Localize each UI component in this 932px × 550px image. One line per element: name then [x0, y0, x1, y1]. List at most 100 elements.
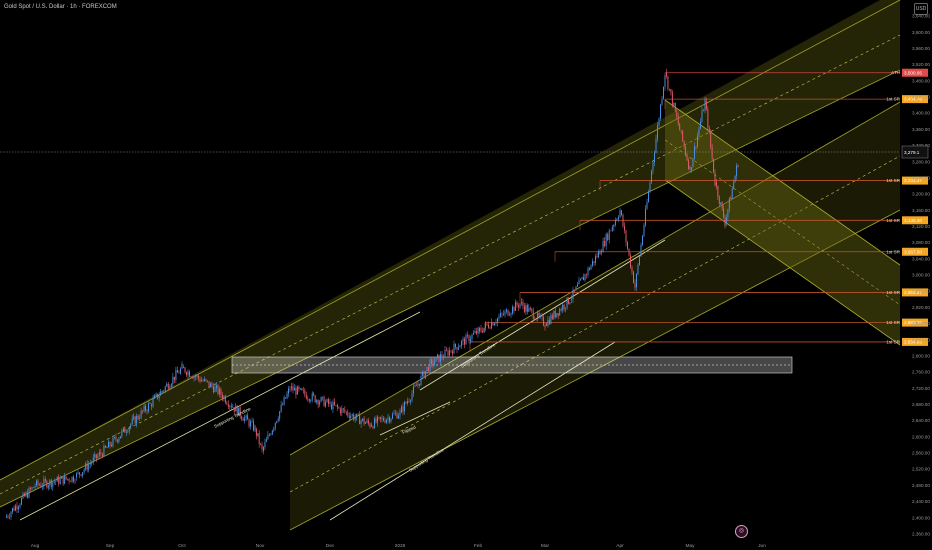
y-tick-label: 2,440.00 [912, 499, 930, 504]
candle-body [248, 419, 250, 427]
candle-body [302, 390, 304, 391]
candle-body [151, 404, 153, 407]
price-chart[interactable]: ATH 3,500.051st SR 3,434.781st SR 3,233.471… [0, 0, 932, 550]
candle-body [109, 441, 111, 447]
candle-body [264, 441, 266, 448]
candle-body [658, 118, 660, 126]
candle-body [277, 418, 279, 422]
candle-body [257, 433, 259, 436]
candle-body [196, 375, 198, 377]
candle-body [498, 316, 500, 319]
candle-body [137, 415, 139, 419]
candle-body [198, 375, 199, 379]
candle-body [580, 279, 581, 281]
candle-body [665, 72, 667, 77]
candle-body [139, 418, 141, 419]
candle-body [348, 415, 350, 419]
candle-body [569, 302, 571, 304]
candle-body [611, 227, 613, 231]
candle-body [59, 478, 61, 484]
candle-body [486, 323, 488, 325]
candle-body [110, 444, 112, 447]
candle-body [686, 154, 688, 161]
price-axis[interactable]: 2,360.00 2,400.00 2,440.00 2,480.00 2,520.00… [912, 14, 930, 537]
y-tick-label: 3,640.00 [912, 14, 930, 19]
candle-body [157, 393, 159, 399]
candle-body [6, 516, 7, 518]
y-tick-label: 2,640.00 [912, 418, 930, 423]
candle-body [377, 416, 378, 423]
candle-body [736, 165, 738, 176]
candle-body [173, 376, 175, 380]
candle-body [565, 307, 567, 309]
candle-body [710, 132, 712, 147]
candle-body [721, 202, 723, 209]
candle-body [695, 146, 697, 148]
candle-body [640, 244, 642, 257]
candle-body [392, 414, 393, 419]
candle-body [86, 463, 88, 470]
candle-body [61, 476, 63, 479]
candle-body [49, 480, 51, 486]
candle-body [426, 366, 428, 372]
candle-body [395, 413, 396, 414]
candle-body [581, 277, 583, 280]
candle-body [10, 512, 12, 517]
candle-body [142, 410, 144, 412]
candle-body [293, 388, 295, 391]
candle-body [80, 474, 82, 476]
candle-body [172, 376, 174, 385]
level-label: 1st SR [886, 178, 900, 183]
candle-body [483, 327, 485, 333]
candle-body [661, 98, 663, 105]
candle-body [89, 463, 91, 465]
candle-body [226, 402, 228, 405]
candle-body [143, 405, 145, 412]
candle-body [101, 453, 103, 457]
candle-body [276, 421, 278, 423]
candle-body [70, 481, 72, 482]
candle-body [447, 350, 449, 356]
candle-body [13, 508, 15, 511]
candle-body [708, 127, 710, 133]
candle-body [323, 396, 325, 407]
candle-body [360, 420, 362, 425]
candle-body [630, 255, 631, 268]
x-tick-label: Mar [541, 543, 550, 549]
candle-body [369, 423, 371, 428]
time-axis[interactable]: Aug Sep Oct Nov Dec 2025 Feb Mar Apr May Jun [31, 543, 766, 549]
candle-body [714, 172, 716, 186]
candle-body [396, 413, 398, 419]
y-tick-label: 2,720.00 [912, 386, 930, 391]
candle-body [215, 385, 217, 389]
candle-body [100, 452, 102, 454]
candle-body [625, 230, 627, 243]
candle-body [213, 386, 214, 393]
candle-body [65, 476, 67, 480]
level-price-text: 3,500.05 [904, 70, 922, 75]
candle-body [33, 487, 34, 488]
candle-body [71, 476, 73, 482]
level-price-text: 3,135.30 [904, 218, 922, 223]
candle-body [715, 181, 717, 187]
candle-body [571, 299, 572, 300]
candle-body [41, 486, 43, 487]
candle-body [443, 357, 444, 358]
candle-body [35, 480, 37, 486]
candle-body [540, 315, 542, 317]
y-tick-label: 2,520.00 [912, 467, 930, 472]
candle-body [104, 445, 106, 448]
candle-body [67, 478, 69, 480]
candle-body [92, 457, 94, 463]
candle-body [21, 498, 22, 505]
candle-body [336, 405, 338, 408]
candle-body [619, 210, 621, 218]
candle-body [82, 472, 84, 476]
candle-body [587, 268, 589, 275]
candle-body [605, 234, 607, 247]
candle-body [262, 447, 264, 451]
candle-body [363, 418, 365, 424]
y-tick-label: 2,960.00 [912, 289, 930, 294]
resistance-zone [231, 356, 793, 374]
candle-body [633, 271, 634, 283]
